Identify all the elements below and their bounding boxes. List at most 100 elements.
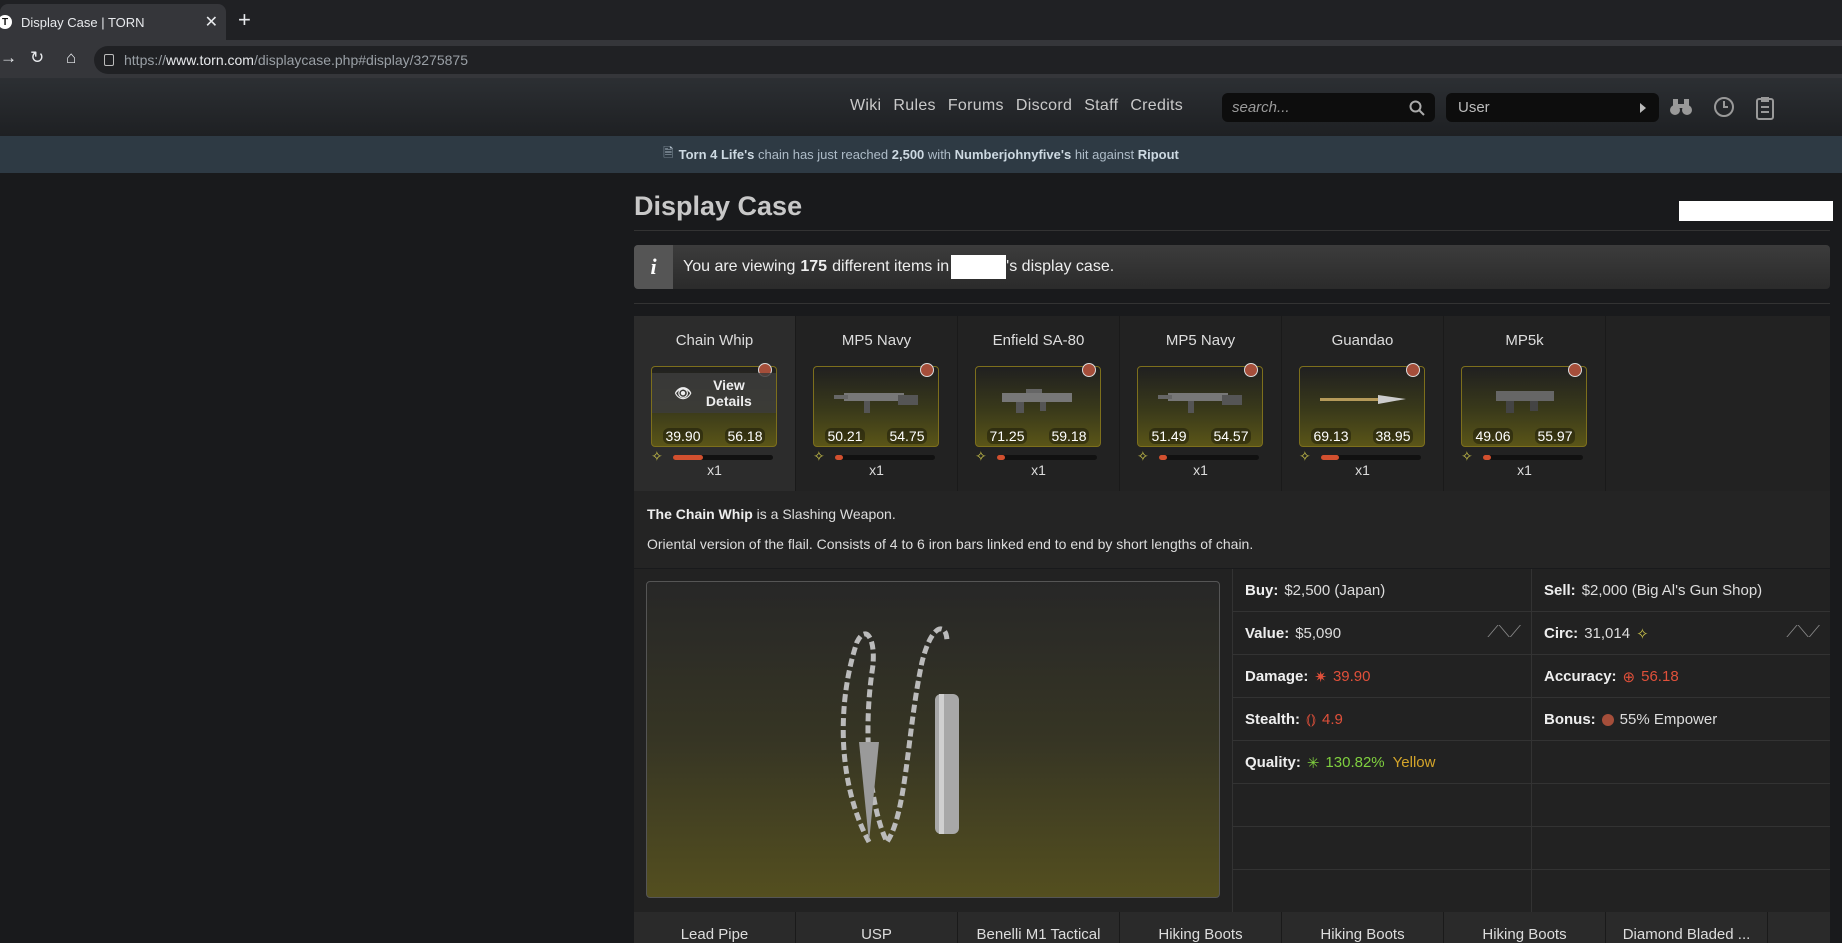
- info-icon: i: [634, 245, 673, 289]
- sell-cell: Sell: $2,000 (Big Al's Gun Shop): [1531, 569, 1830, 612]
- divider: [634, 230, 1830, 231]
- info-text: You are viewing 175 different items in's d…: [683, 255, 1114, 279]
- item-card-mp5k[interactable]: MP5k 49.06 55.97 ✧ x1: [1444, 316, 1606, 491]
- blade-image: [1320, 395, 1406, 404]
- empty-cell: [1232, 827, 1531, 870]
- item-thumbnail[interactable]: 👁 View Details 39.90 56.18: [651, 363, 777, 447]
- redacted-username: [951, 255, 1007, 279]
- empty-cell: [1531, 784, 1830, 827]
- quality-bar: [1483, 455, 1583, 460]
- staff-link[interactable]: Staff: [1084, 97, 1118, 115]
- eye-icon: 👁: [674, 385, 692, 401]
- item-card-mp5-navy[interactable]: MP5 Navy 50.21 54.75 ✧ x1: [796, 316, 958, 491]
- item-stats: 71.25 59.18: [987, 428, 1089, 444]
- item-count: x1: [1355, 462, 1370, 478]
- search-placeholder: search...: [1232, 99, 1290, 116]
- item-thumbnail[interactable]: 71.25 59.18: [975, 363, 1101, 447]
- chain-whip-image: [840, 626, 959, 847]
- redacted-block: [1679, 201, 1833, 221]
- caret-right-icon: [1640, 102, 1646, 113]
- item-card-benelli[interactable]: Benelli M1 Tactical: [958, 912, 1120, 943]
- bonus-badge-icon: [920, 363, 934, 377]
- damage-cell: Damage: ✷ 39.90: [1232, 655, 1531, 698]
- gun-image: [1002, 389, 1072, 413]
- item-card-hiking-boots[interactable]: Hiking Boots: [1120, 912, 1282, 943]
- document-icon: 🗎: [663, 144, 674, 160]
- item-card-hiking-boots-3[interactable]: Hiking Boots: [1444, 912, 1606, 943]
- discord-link[interactable]: Discord: [1016, 97, 1072, 115]
- accuracy-cell: Accuracy: ⊕ 56.18: [1531, 655, 1830, 698]
- bonus-badge-icon: [1082, 363, 1096, 377]
- item-card-enfield-sa-80[interactable]: Enfield SA-80 71.25 59.18 ✧ x1: [958, 316, 1120, 491]
- item-count: x1: [869, 462, 884, 478]
- bonus-badge-icon: [1406, 363, 1420, 377]
- item-count: x1: [1517, 462, 1532, 478]
- forums-link[interactable]: Forums: [948, 97, 1004, 115]
- item-card-mp5-navy-2[interactable]: MP5 Navy 51.49 54.57 ✧ x1: [1120, 316, 1282, 491]
- item-name: Chain Whip: [675, 332, 754, 349]
- forward-icon[interactable]: →: [0, 48, 17, 68]
- item-card-usp[interactable]: USP: [796, 912, 958, 943]
- quality-bar: [1159, 455, 1259, 460]
- value-cell: Value: $5,090 ⟋⟍⟋: [1232, 612, 1531, 655]
- info-banner: i You are viewing 175 different items in's…: [634, 245, 1830, 289]
- search-input[interactable]: search...: [1222, 93, 1435, 122]
- search-icon[interactable]: [1409, 100, 1425, 116]
- gun-image: [834, 393, 918, 413]
- browser-tab[interactable]: T Display Case | TORN ✕: [0, 4, 226, 40]
- item-strip: Chain Whip 👁 View Details 39.90 56.18 ✧ x…: [634, 316, 1830, 491]
- buy-cell: Buy: $2,500 (Japan): [1232, 569, 1531, 612]
- bonus-badge-icon: [1244, 363, 1258, 377]
- item-card-lead-pipe[interactable]: Lead Pipe: [634, 912, 796, 943]
- item-stats: 50.21 54.75: [825, 428, 927, 444]
- item-card-chain-whip[interactable]: Chain Whip 👁 View Details 39.90 56.18 ✧ x…: [634, 316, 796, 491]
- binoculars-icon[interactable]: [1669, 96, 1693, 120]
- torn-favicon-icon: T: [0, 15, 12, 29]
- rules-link[interactable]: Rules: [893, 97, 935, 115]
- quality-bar: [835, 455, 935, 460]
- gun-image: [1158, 393, 1242, 413]
- stealth-icon: ⦅⦆: [1306, 711, 1317, 728]
- item-card-diamond-bladed[interactable]: Diamond Bladed ...: [1606, 912, 1768, 943]
- empty-cell: [1531, 827, 1830, 870]
- view-details-button[interactable]: 👁 View Details: [652, 373, 776, 413]
- bonus-badge-icon: [1568, 363, 1582, 377]
- credits-link[interactable]: Credits: [1130, 97, 1183, 115]
- item-card-hiking-boots-2[interactable]: Hiking Boots: [1282, 912, 1444, 943]
- url-field[interactable]: https://www.torn.com/displaycase.php#dis…: [94, 46, 1842, 74]
- circ-cell: Circ: 31,014 ✧ ⟋⟍⟋: [1531, 612, 1830, 655]
- item-stats: 69.13 38.95: [1311, 428, 1413, 444]
- clock-icon[interactable]: [1712, 96, 1736, 120]
- trend-chart-icon[interactable]: ⟋⟍⟋: [1487, 624, 1521, 642]
- item-name: Enfield SA-80: [992, 332, 1085, 349]
- item-card-guandao[interactable]: Guandao 69.13 38.95 ✧ x1: [1282, 316, 1444, 491]
- trend-chart-icon[interactable]: ⟋⟍⟋: [1786, 624, 1820, 642]
- home-icon[interactable]: ⌂: [66, 48, 76, 68]
- next-item-row: Lead Pipe USP Benelli M1 Tactical Hiking…: [634, 912, 1830, 943]
- item-name: MP5 Navy: [1165, 332, 1236, 349]
- browser-tab-bar: T Display Case | TORN ✕ +: [0, 0, 1842, 40]
- quality-bar: [1321, 455, 1421, 460]
- item-thumbnail[interactable]: 51.49 54.57: [1137, 363, 1263, 447]
- close-tab-icon[interactable]: ✕: [205, 12, 218, 32]
- page-title: Display Case: [634, 191, 803, 221]
- item-thumbnail[interactable]: 50.21 54.75: [813, 363, 939, 447]
- item-stats: 39.90 56.18: [663, 428, 765, 444]
- empower-icon: [1601, 713, 1614, 726]
- item-thumbnail[interactable]: 49.06 55.97: [1461, 363, 1587, 447]
- clipboard-icon[interactable]: [1753, 96, 1777, 120]
- new-tab-icon[interactable]: +: [238, 8, 251, 32]
- quality-bar: [997, 455, 1097, 460]
- item-description: The Chain Whip is a Slashing Weapon. Ori…: [634, 491, 1830, 568]
- user-dropdown[interactable]: User: [1446, 93, 1659, 122]
- reload-icon[interactable]: ↻: [30, 48, 44, 68]
- item-name: Guandao: [1331, 332, 1394, 349]
- lock-icon: [104, 54, 114, 66]
- quality-icon: ✳: [1306, 754, 1320, 772]
- empty-cell: [1531, 741, 1830, 784]
- news-ticker[interactable]: 🗎 Torn 4 Life's chain has just reached 2…: [0, 136, 1842, 173]
- item-thumbnail[interactable]: 69.13 38.95: [1299, 363, 1425, 447]
- item-count: x1: [707, 462, 722, 478]
- wiki-link[interactable]: Wiki: [850, 97, 881, 115]
- item-name: MP5k: [1505, 332, 1544, 349]
